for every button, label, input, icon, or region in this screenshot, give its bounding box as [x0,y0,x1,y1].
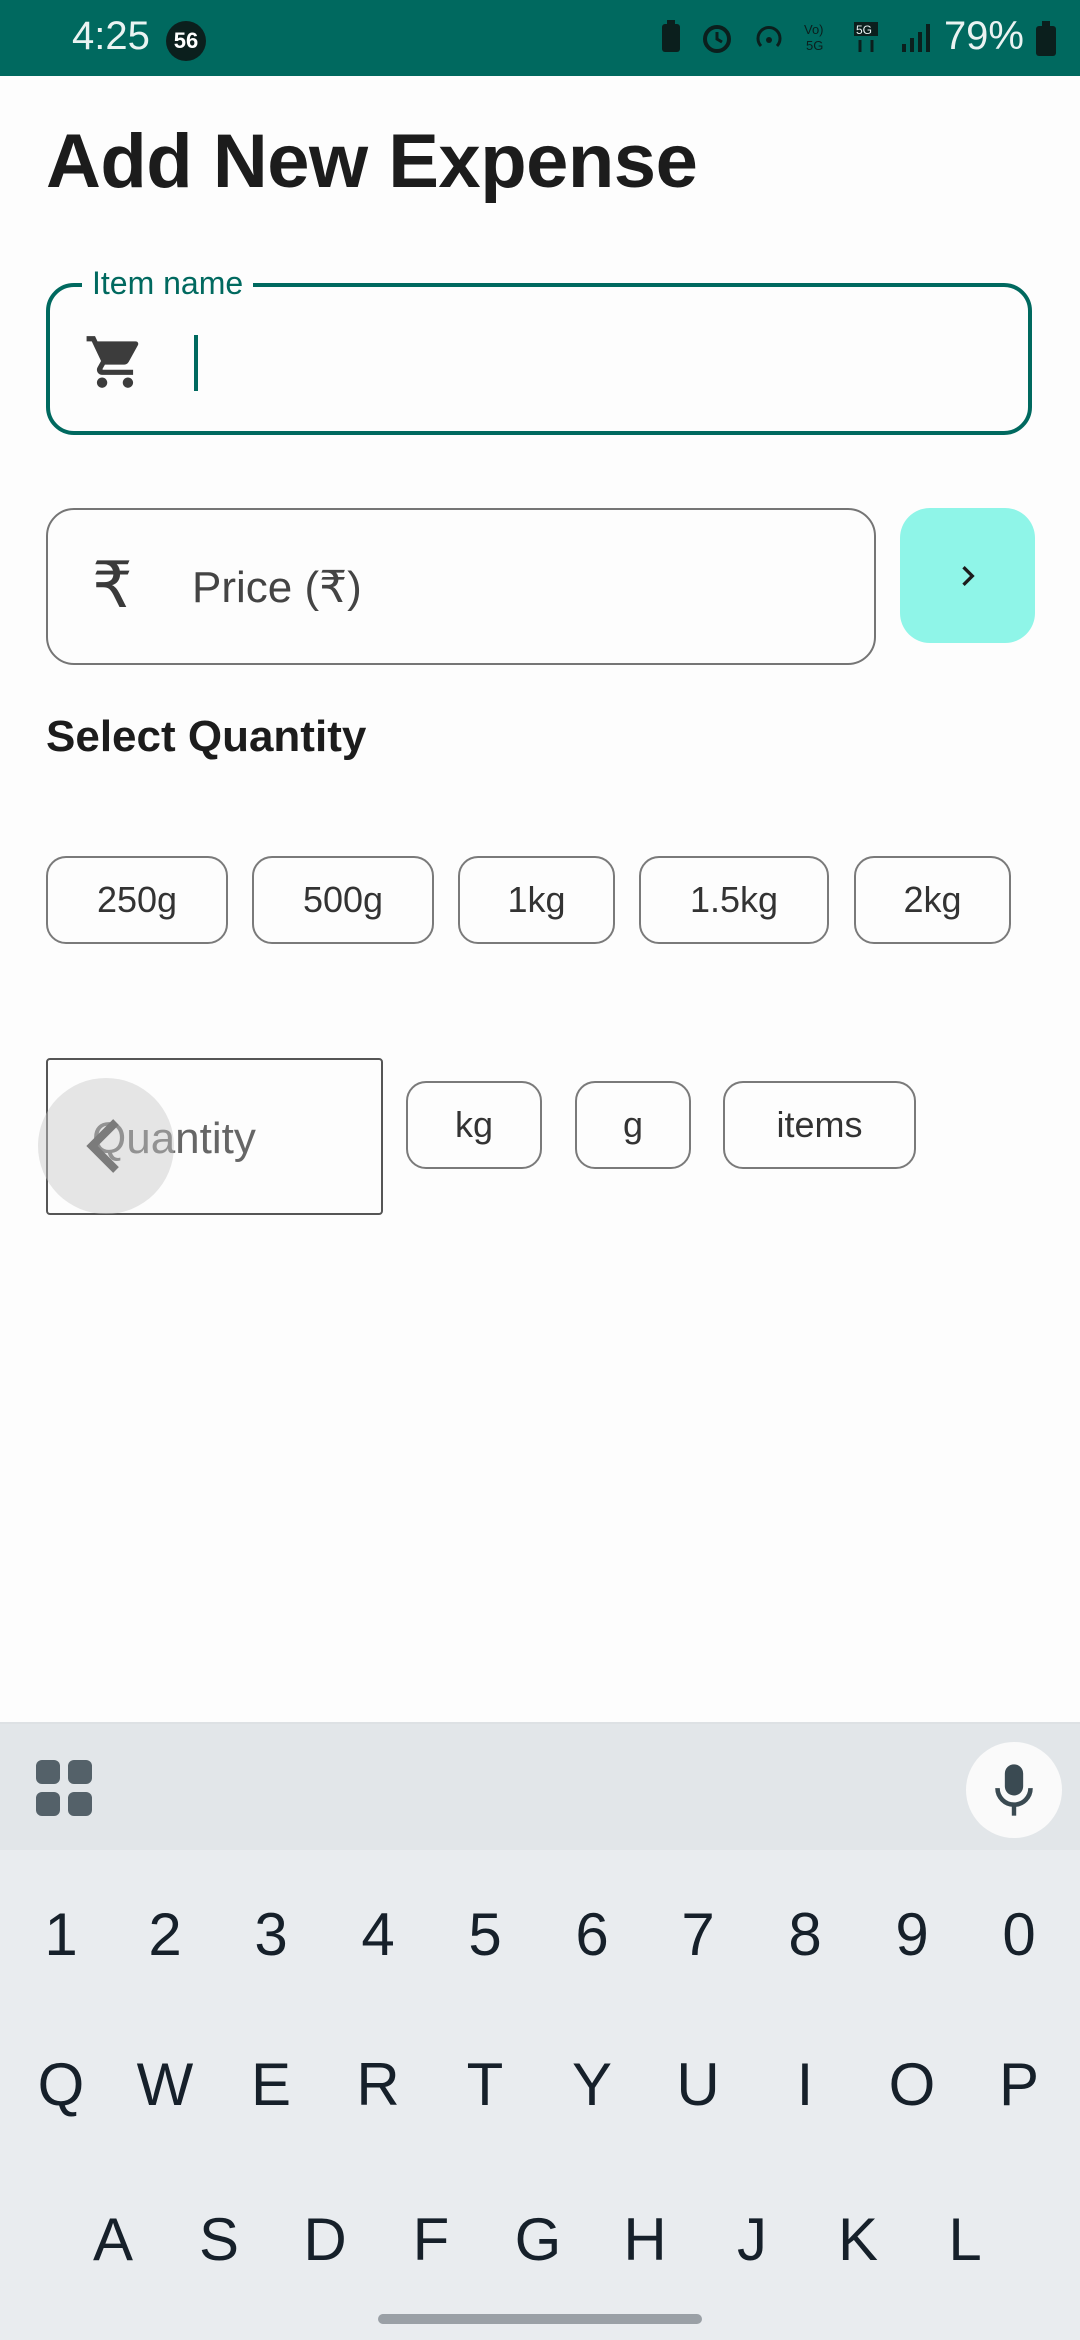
key-5[interactable]: 5 [440,1900,530,1969]
key-g[interactable]: G [493,2205,583,2274]
keyboard-toolbar [0,1722,1080,1850]
key-2[interactable]: 2 [120,1900,210,1969]
next-button[interactable] [900,508,1035,643]
status-icons: Vo) 5G 5G [660,20,930,54]
rupee-icon: ₹ [92,549,133,621]
key-f[interactable]: F [386,2205,476,2274]
key-u[interactable]: U [653,2050,743,2119]
svg-text:5G: 5G [856,23,872,37]
key-o[interactable]: O [867,2050,957,2119]
svg-text:5G: 5G [806,38,823,53]
key-q[interactable]: Q [16,2050,106,2119]
battery-saver-icon [662,20,680,52]
5g-network-icon: 5G [854,22,878,52]
key-0[interactable]: 0 [974,1900,1064,1969]
key-8[interactable]: 8 [760,1900,850,1969]
unit-chip-items[interactable]: items [723,1081,916,1169]
status-time: 4:25 [72,14,150,58]
price-placeholder: Price (₹) [192,563,362,612]
page-title: Add New Expense [46,119,698,204]
key-k[interactable]: K [813,2205,903,2274]
key-9[interactable]: 9 [867,1900,957,1969]
apps-grid-icon[interactable] [36,1760,92,1816]
text-cursor [194,335,198,391]
status-bar: 4:25 56 Vo) 5G 5G 79% [0,0,1080,76]
chevron-left-icon [86,1119,119,1173]
key-i[interactable]: I [760,2050,850,2119]
unit-chip-kg[interactable]: kg [406,1081,542,1169]
key-7[interactable]: 7 [653,1900,743,1969]
key-3[interactable]: 3 [226,1900,316,1969]
quantity-chip-500g[interactable]: 500g [252,856,434,944]
quantity-chip-1kg[interactable]: 1kg [458,856,615,944]
unit-chip-g[interactable]: g [575,1081,691,1169]
alarm-icon [703,25,731,53]
select-quantity-label: Select Quantity [46,712,367,761]
battery-percentage: 79% [943,14,1024,58]
key-e[interactable]: E [226,2050,316,2119]
microphone-icon [995,1764,1033,1816]
key-s[interactable]: S [174,2205,264,2274]
key-r[interactable]: R [333,2050,423,2119]
signal-icon [902,24,930,52]
key-l[interactable]: L [920,2205,1010,2274]
voice-input-button[interactable] [966,1742,1062,1838]
key-h[interactable]: H [600,2205,690,2274]
notification-count-badge: 56 [166,21,206,61]
key-1[interactable]: 1 [16,1900,106,1969]
key-y[interactable]: Y [547,2050,637,2119]
key-w[interactable]: W [120,2050,210,2119]
quantity-chip-2kg[interactable]: 2kg [854,856,1011,944]
key-6[interactable]: 6 [547,1900,637,1969]
svg-text:Vo): Vo) [804,22,824,37]
volte-icon: Vo)5G [804,22,824,53]
key-t[interactable]: T [440,2050,530,2119]
key-j[interactable]: J [707,2205,797,2274]
price-field[interactable]: ₹ Price (₹) [46,508,876,665]
quantity-chip-1-5kg[interactable]: 1.5kg [639,856,829,944]
item-name-field[interactable]: Item name [46,265,1032,435]
key-a[interactable]: A [68,2205,158,2274]
key-p[interactable]: P [974,2050,1064,2119]
back-gesture-indicator[interactable] [38,1078,174,1214]
home-indicator[interactable] [378,2314,702,2324]
key-4[interactable]: 4 [333,1900,423,1969]
hotspot-icon [756,26,782,48]
key-d[interactable]: D [280,2205,370,2274]
chevron-right-icon [961,565,975,586]
quantity-chip-250g[interactable]: 250g [46,856,228,944]
item-name-label: Item name [82,265,254,302]
shopping-cart-icon [86,336,139,388]
battery-icon [1036,21,1056,56]
